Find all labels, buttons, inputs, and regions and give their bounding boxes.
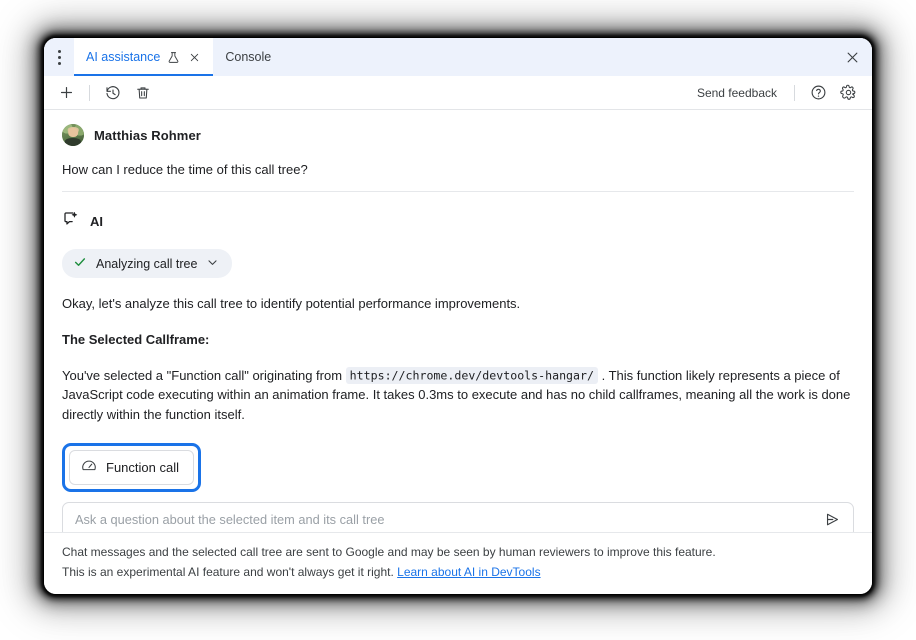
kebab-menu-icon[interactable]	[44, 38, 74, 76]
tab-strip-spacer	[283, 38, 832, 76]
footer-line-2-text: This is an experimental AI feature and w…	[62, 565, 397, 579]
user-avatar-photo	[62, 124, 84, 146]
tab-ai-assistance-label: AI assistance	[86, 50, 160, 64]
ai-label: AI	[90, 214, 103, 229]
analyzing-step-label: Analyzing call tree	[96, 257, 197, 271]
tab-strip: AI assistance Console	[44, 38, 872, 76]
chat-input-box[interactable]	[62, 502, 854, 532]
conversation-body: Matthias Rohmer How can I reduce the tim…	[44, 110, 872, 532]
analyzing-step-chip[interactable]: Analyzing call tree	[62, 249, 232, 278]
context-function-call-label: Function call	[106, 460, 179, 475]
toolbar: Send feedback	[44, 76, 872, 110]
message-divider	[62, 191, 854, 192]
chat-input[interactable]	[75, 512, 819, 527]
toolbar-divider	[89, 85, 90, 101]
chevron-down-icon[interactable]	[206, 256, 219, 272]
trash-icon[interactable]	[129, 81, 157, 105]
callframe-url-code: https://chrome.dev/devtools-hangar/	[346, 367, 598, 384]
tab-close-icon[interactable]	[187, 50, 201, 64]
chat-input-row	[44, 492, 872, 532]
ai-intro-text: Okay, let's analyze this call tree to id…	[62, 294, 854, 314]
history-clock-icon[interactable]	[99, 81, 127, 105]
context-function-call-button[interactable]: Function call	[69, 450, 194, 485]
gear-icon[interactable]	[834, 81, 862, 105]
screenshot-stage: AI assistance Console	[0, 0, 916, 640]
context-row: Function call	[44, 443, 872, 492]
green-check-icon	[73, 255, 87, 272]
devtools-ai-assistance-panel: AI assistance Console	[44, 38, 872, 594]
footer-line-1: Chat messages and the selected call tree…	[62, 543, 854, 562]
performance-gauge-icon	[81, 458, 97, 477]
plus-icon[interactable]	[52, 81, 80, 105]
user-message: Matthias Rohmer How can I reduce the tim…	[44, 110, 872, 196]
close-icon[interactable]	[832, 38, 872, 76]
ai-message: AI Analyzing call tree Okay	[44, 196, 872, 425]
send-paper-plane-icon[interactable]	[819, 507, 845, 532]
toolbar-divider-2	[794, 85, 795, 101]
ai-section-heading: The Selected Callframe:	[62, 330, 854, 350]
learn-about-ai-link[interactable]: Learn about AI in DevTools	[397, 565, 540, 579]
send-feedback-button[interactable]: Send feedback	[689, 86, 785, 100]
user-message-header: Matthias Rohmer	[62, 124, 854, 146]
ai-callframe-paragraph: You've selected a "Function call" origin…	[62, 366, 854, 425]
flask-icon	[167, 51, 180, 64]
tab-console-label: Console	[225, 50, 271, 64]
user-name: Matthias Rohmer	[94, 128, 201, 143]
footer-line-2: This is an experimental AI feature and w…	[62, 563, 854, 582]
context-focus-ring: Function call	[62, 443, 201, 492]
ai-paragraph-part1: You've selected a "Function call" origin…	[62, 368, 346, 383]
ai-sparkle-bubble-icon	[62, 210, 80, 233]
user-question-text: How can I reduce the time of this call t…	[62, 162, 854, 177]
tab-ai-assistance[interactable]: AI assistance	[74, 38, 213, 76]
footer-disclaimer: Chat messages and the selected call tree…	[44, 532, 872, 594]
ai-message-header: AI	[62, 210, 854, 233]
tab-console[interactable]: Console	[213, 38, 283, 76]
help-circle-icon[interactable]	[804, 81, 832, 105]
